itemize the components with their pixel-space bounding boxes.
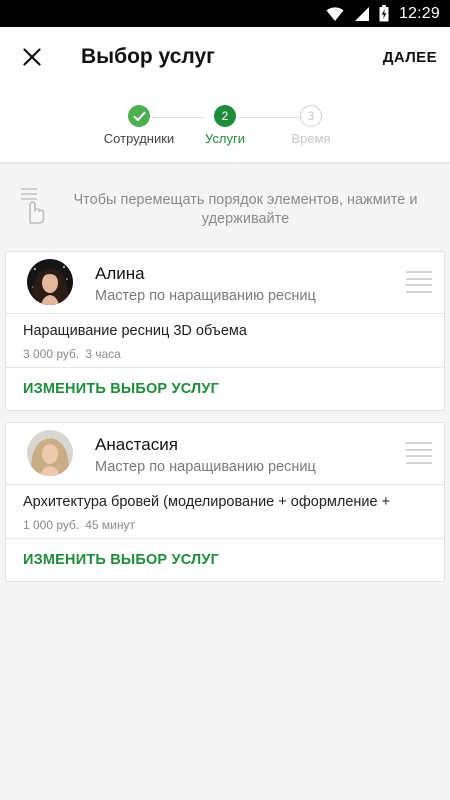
step-time: 3 Время (261, 105, 361, 146)
avatar (27, 430, 73, 476)
reorder-hint: Чтобы перемещать порядок элементов, нажм… (20, 185, 435, 229)
step-employees: Сотрудники (89, 105, 189, 146)
step-label: Сотрудники (103, 131, 175, 146)
change-services-button[interactable]: ИЗМЕНИТЬ ВЫБОР УСЛУГ (6, 368, 444, 410)
hint-text: Чтобы перемещать порядок элементов, нажм… (73, 192, 418, 227)
service-duration: 3 часа (85, 347, 121, 361)
service-meta: 3 000 руб. 3 часа (23, 347, 121, 361)
next-button[interactable]: ДАЛЕЕ (383, 27, 437, 87)
app-bar: Выбор услуг ДАЛЕЕ (0, 27, 450, 87)
avatar (27, 259, 73, 305)
employee-header: Алина Мастер по наращиванию ресниц (6, 252, 444, 314)
step-services: 2 Услуги (175, 105, 275, 146)
close-icon (23, 48, 41, 66)
service-duration: 45 минут (85, 518, 136, 532)
employee-header: Анастасия Мастер по наращиванию ресниц (6, 423, 444, 485)
service-meta: 1 000 руб. 45 минут (23, 518, 135, 532)
battery-charging-icon (379, 5, 389, 22)
selected-service: Наращивание ресниц 3D объема 3 000 руб. 3… (6, 314, 444, 368)
signal-icon (354, 6, 369, 21)
employee-role: Мастер по наращиванию ресниц (95, 459, 316, 475)
progress-stepper: Сотрудники 2 Услуги 3 Время (0, 87, 450, 163)
step-check-icon (128, 105, 150, 127)
step-label: Услуги (205, 131, 245, 146)
step-number: 2 (214, 105, 236, 127)
drag-handle-icon[interactable] (406, 442, 432, 464)
employee-name: Алина (95, 264, 145, 283)
service-card: Алина Мастер по наращиванию ресниц Наращ… (5, 251, 445, 411)
employee-name: Анастасия (95, 435, 178, 454)
status-bar: 12:29 (0, 0, 450, 27)
step-number: 3 (300, 105, 322, 127)
status-time: 12:29 (398, 4, 440, 22)
close-button[interactable] (2, 27, 62, 87)
page-title: Выбор услуг (81, 45, 215, 68)
wifi-icon (326, 6, 344, 21)
touch-drag-icon (21, 188, 45, 224)
service-name: Архитектура бровей (моделирование + офор… (23, 494, 391, 510)
selected-service: Архитектура бровей (моделирование + офор… (6, 485, 444, 539)
service-price: 3 000 руб. (23, 347, 80, 361)
change-services-button[interactable]: ИЗМЕНИТЬ ВЫБОР УСЛУГ (6, 539, 444, 581)
service-name: Наращивание ресниц 3D объема (23, 323, 247, 339)
step-label: Время (291, 131, 331, 146)
service-price: 1 000 руб. (23, 518, 80, 532)
drag-handle-icon[interactable] (406, 271, 432, 293)
employee-role: Мастер по наращиванию ресниц (95, 288, 316, 304)
service-card: Анастасия Мастер по наращиванию ресниц А… (5, 422, 445, 582)
